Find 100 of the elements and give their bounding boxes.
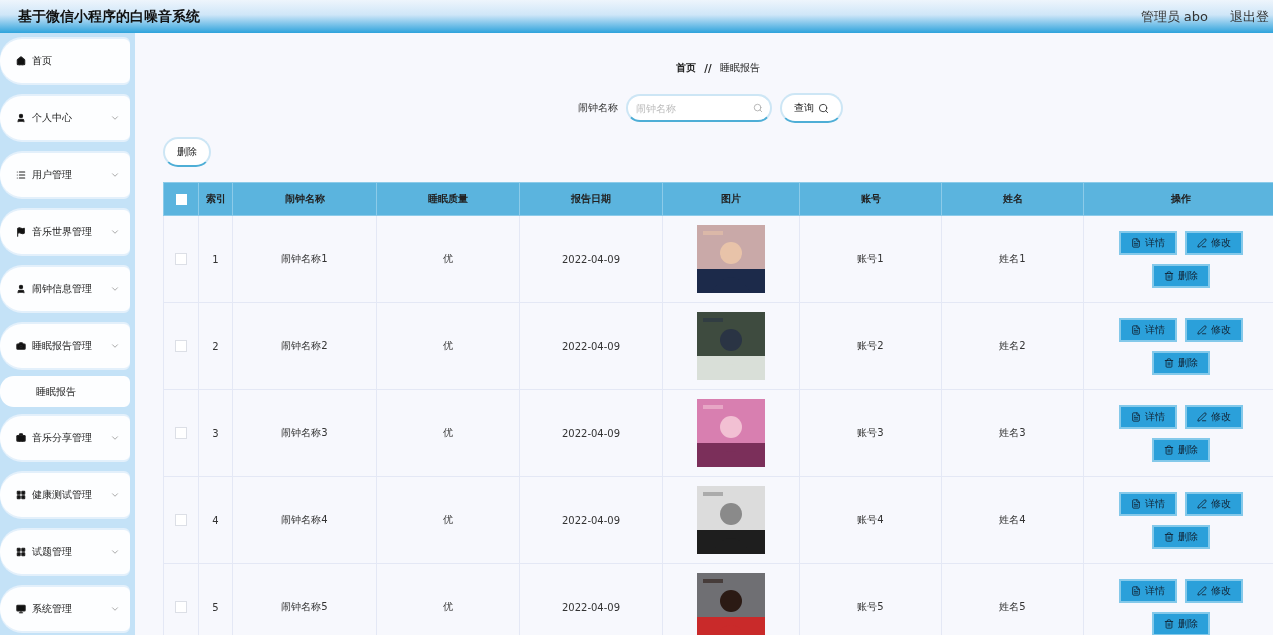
table-cell: 2022-04-09 [519,389,663,477]
trash-icon [1164,357,1174,368]
row-checkbox[interactable] [175,601,187,613]
breadcrumb-item[interactable]: 首页 [676,61,697,75]
edit-button[interactable]: 修改 [1185,317,1243,342]
table-cell: 2 [198,302,233,390]
column-header: 报告日期 [519,182,663,216]
sidebar-item[interactable]: 系统管理 [0,587,130,631]
delete-button[interactable]: 删除 [163,137,211,167]
column-header: 姓名 [941,182,1084,216]
document-icon [1131,324,1141,335]
detail-button[interactable]: 详情 [1119,578,1177,603]
table-cell: 账号2 [799,302,942,390]
pencil-icon [1197,585,1207,596]
sidebar-item[interactable]: 音乐世界管理 [0,210,130,254]
table-cell: 优 [376,476,520,564]
chevron-icon [110,490,120,500]
table-cell: 姓名4 [941,476,1084,564]
sidebar-item[interactable]: 用户管理 [0,153,130,197]
chevron-icon [110,604,120,614]
search-icon [753,103,763,113]
trash-icon [1164,444,1174,455]
delete-button[interactable]: 删除 [1152,524,1210,549]
table-cell: 姓名1 [941,215,1084,303]
user-icon [16,113,26,123]
pencil-icon [1197,498,1207,509]
row-checkbox[interactable] [175,514,187,526]
sidebar-item[interactable]: 试题管理 [0,530,130,574]
column-header: 闹钟名称 [232,182,377,216]
table-cell: 闹钟名称3 [232,389,377,477]
grid-icon [16,490,26,500]
home-icon [16,56,26,66]
sidebar-item[interactable]: 健康测试管理 [0,473,130,517]
sidebar-item[interactable]: 闹钟信息管理 [0,267,130,311]
pencil-icon [1197,237,1207,248]
chevron-icon [110,227,120,237]
query-button[interactable]: 查询 [780,93,843,123]
column-header: 操作 [1083,182,1273,216]
row-checkbox[interactable] [175,427,187,439]
chevron-icon [110,170,120,180]
edit-button[interactable]: 修改 [1185,578,1243,603]
user-icon [16,284,26,294]
monitor-icon [16,604,26,614]
sidebar-item[interactable]: 首页 [0,39,130,83]
column-header: 睡眠质量 [376,182,520,216]
delete-button[interactable]: 删除 [1152,611,1210,635]
camera-icon [16,341,26,351]
sidebar-item[interactable]: 个人中心 [0,96,130,140]
table-cell: 闹钟名称1 [232,215,377,303]
table-cell: 闹钟名称4 [232,476,377,564]
submenu-item[interactable]: 睡眠报告 [0,376,130,407]
search-label: 闹钟名称 [578,101,618,115]
table-cell: 姓名2 [941,302,1084,390]
table-cell: 优 [376,215,520,303]
document-icon [1131,498,1141,509]
table-cell: 账号1 [799,215,942,303]
row-checkbox[interactable] [175,253,187,265]
table-cell: 2022-04-09 [519,476,663,564]
table-cell: 3 [198,389,233,477]
flag-icon [16,227,26,237]
edit-button[interactable]: 修改 [1185,491,1243,516]
table-cell: 2022-04-09 [519,302,663,390]
briefcase-icon [16,433,26,443]
logout-link[interactable]: 退出登 [1230,7,1269,26]
column-header: 索引 [198,182,233,216]
table-cell: 闹钟名称2 [232,302,377,390]
search-icon [818,102,829,114]
table-cell: 账号4 [799,476,942,564]
table-cell: 优 [376,302,520,390]
edit-button[interactable]: 修改 [1185,404,1243,429]
column-header: 图片 [662,182,800,216]
chevron-icon [110,113,120,123]
table-cell: 账号3 [799,389,942,477]
chevron-icon [110,284,120,294]
app-title: 基于微信小程序的白噪音系统 [18,7,200,26]
table-cell: 优 [376,389,520,477]
grid-icon [16,547,26,557]
breadcrumb-separator: // [704,62,712,74]
delete-button[interactable]: 删除 [1152,263,1210,288]
detail-button[interactable]: 详情 [1119,317,1177,342]
select-all-checkbox[interactable] [175,193,187,205]
detail-button[interactable]: 详情 [1119,230,1177,255]
edit-button[interactable]: 修改 [1185,230,1243,255]
sidebar-item[interactable]: 睡眠报告管理 [0,324,130,368]
document-icon [1131,411,1141,422]
delete-button[interactable]: 删除 [1152,350,1210,375]
sidebar-item[interactable]: 音乐分享管理 [0,416,130,460]
row-checkbox[interactable] [175,340,187,352]
table-cell: 姓名3 [941,389,1084,477]
table-cell: 2022-04-09 [519,215,663,303]
detail-button[interactable]: 详情 [1119,404,1177,429]
chevron-icon [110,547,120,557]
delete-button[interactable]: 删除 [1152,437,1210,462]
column-header: 账号 [799,182,942,216]
chevron-icon [110,433,120,443]
chevron-icon [110,341,120,351]
detail-button[interactable]: 详情 [1119,491,1177,516]
user-label: 管理员 abo [1140,7,1208,26]
pencil-icon [1197,324,1207,335]
breadcrumb-item: 睡眠报告 [719,61,760,75]
